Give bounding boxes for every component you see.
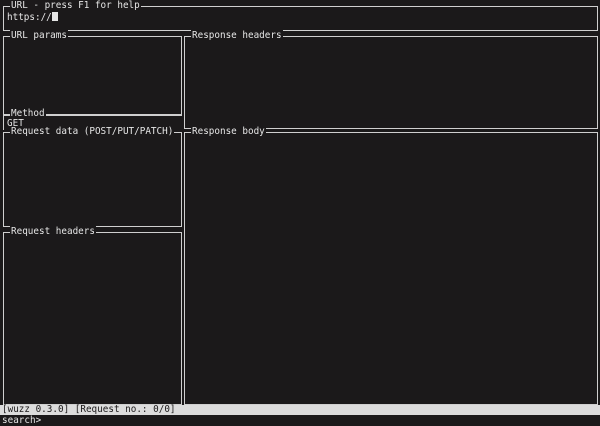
url-params-panel[interactable]: URL params — [3, 30, 182, 116]
response-body-panel[interactable]: Response body — [184, 126, 598, 405]
request-headers-panel[interactable]: Request headers — [3, 226, 182, 405]
url-panel[interactable]: URL - press F1 for help https:// — [3, 0, 598, 31]
url-value: https:// — [7, 12, 52, 23]
response-body-title: Response body — [191, 126, 266, 138]
url-panel-title: URL - press F1 for help — [10, 0, 141, 12]
search-prompt[interactable]: search> — [2, 415, 41, 426]
request-data-panel[interactable]: Request data (POST/PUT/PATCH) — [3, 126, 182, 227]
response-headers-panel[interactable]: Response headers — [184, 30, 598, 129]
text-cursor — [51, 12, 58, 21]
request-data-title: Request data (POST/PUT/PATCH) — [10, 126, 175, 138]
url-params-title: URL params — [10, 30, 68, 42]
response-headers-title: Response headers — [191, 30, 283, 42]
request-headers-title: Request headers — [10, 226, 96, 238]
status-bar: [wuzz 0.3.0] [Request no.: 0/0] — [0, 405, 600, 415]
url-input[interactable]: https:// — [7, 12, 58, 23]
